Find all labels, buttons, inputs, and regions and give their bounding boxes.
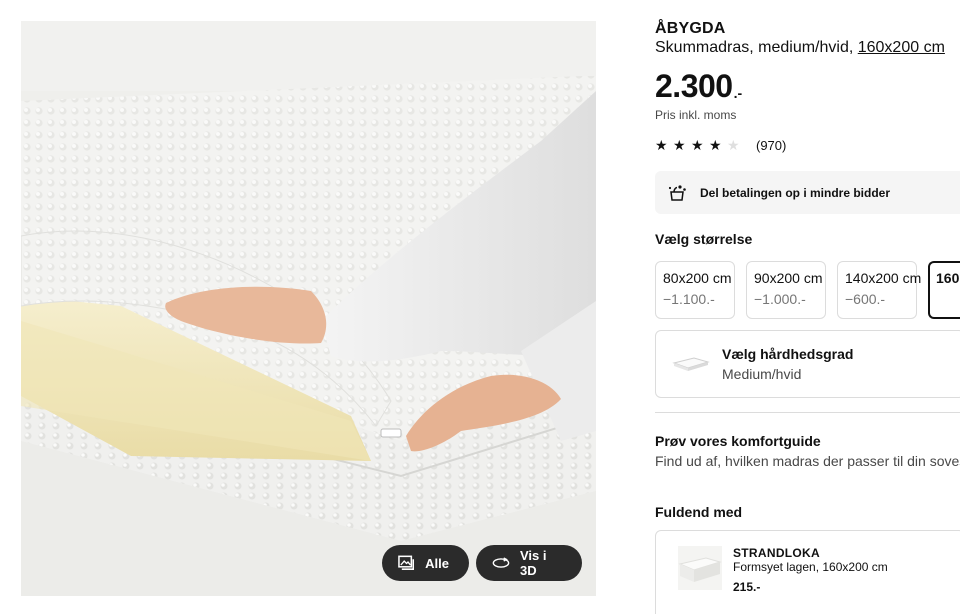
product-description: Skummadras, medium/hvid, 160x200 cm [655, 39, 945, 57]
size-option-90x200[interactable]: 90x200 cm −1.000.- [746, 261, 826, 319]
payment-installments-label: Del betalingen op i mindre bidder [700, 185, 891, 200]
firmness-selector[interactable]: Vælg hårdhedsgrad Medium/hvid [655, 330, 960, 398]
complete-with-item[interactable]: STRANDLOKA Formsyet lagen, 160x200 cm 21… [655, 530, 960, 614]
complete-with-heading: Fuldend med [655, 504, 743, 520]
item-brand: STRANDLOKA [733, 546, 820, 560]
size-option-price-diff: −600.- [845, 291, 886, 307]
rating[interactable]: ★ ★ ★ ★ ★ (970) [655, 137, 786, 153]
view-3d-label: Vis i 3D [519, 548, 547, 578]
all-images-button[interactable]: Alle [382, 545, 469, 581]
star-filled-icon: ★ [691, 137, 704, 153]
size-option-name: 160 [936, 270, 960, 286]
product-name: ÅBYGDA [655, 20, 726, 37]
rotate-3d-icon [492, 557, 510, 568]
view-3d-button[interactable]: Vis i 3D [476, 545, 582, 581]
star-filled-icon: ★ [673, 137, 686, 153]
fitted-sheet-thumbnail-icon [678, 546, 722, 590]
comfort-guide-title[interactable]: Prøv vores komfortguide [655, 433, 821, 449]
image-gallery-icon [398, 555, 415, 570]
price-suffix: .- [733, 85, 743, 101]
vat-note: Pris inkl. moms [655, 108, 737, 122]
product-image[interactable]: Alle Vis i 3D [21, 21, 596, 596]
size-link[interactable]: 160x200 cm [858, 39, 945, 56]
divider [655, 412, 960, 413]
star-filled-icon: ★ [709, 137, 722, 153]
size-option-price-diff: −1.100.- [663, 291, 715, 307]
size-options: 80x200 cm −1.100.- 90x200 cm −1.000.- 14… [655, 261, 960, 319]
star-empty-icon: ★ [727, 137, 740, 153]
product-description-text: Skummadras, medium/hvid, [655, 39, 858, 56]
review-count: (970) [756, 137, 787, 153]
price-amount: 2.300 [655, 68, 733, 104]
size-option-name: 90x200 cm [754, 270, 823, 286]
all-images-label: Alle [425, 555, 449, 571]
product-price: 2.300 .- [655, 66, 742, 106]
size-option-name: 80x200 cm [663, 270, 732, 286]
star-filled-icon: ★ [655, 137, 668, 153]
size-heading: Vælg størrelse [655, 231, 753, 247]
firmness-heading: Vælg hårdhedsgrad [722, 346, 854, 362]
comfort-guide-subtitle: Find ud af, hvilken madras der passer ti… [655, 453, 960, 469]
size-option-name: 140x200 cm [845, 270, 922, 286]
payment-installments-icon [668, 184, 686, 201]
item-price: 215.- [733, 580, 761, 594]
mattress-photo [21, 21, 596, 596]
size-option-80x200[interactable]: 80x200 cm −1.100.- [655, 261, 735, 319]
size-option-price-diff: −1.000.- [754, 291, 806, 307]
firmness-value: Medium/hvid [722, 366, 802, 382]
item-description: Formsyet lagen, 160x200 cm [733, 560, 888, 574]
product-info-panel: ÅBYGDA Skummadras, medium/hvid, 160x200 … [655, 0, 960, 614]
size-option-140x200[interactable]: 140x200 cm −600.- [837, 261, 922, 319]
size-option-160x200-selected[interactable]: 160 [928, 261, 960, 319]
payment-installments-banner[interactable]: Del betalingen op i mindre bidder [655, 171, 960, 214]
mattress-thumbnail-icon [672, 357, 710, 371]
